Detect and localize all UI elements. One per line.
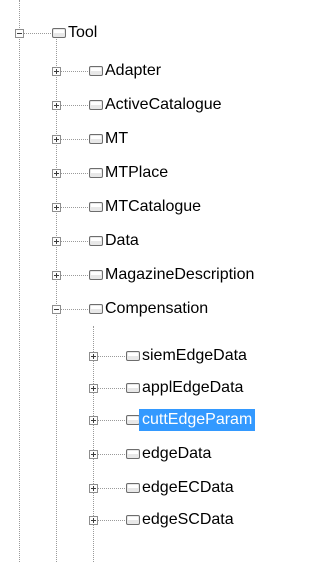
tree-node-compensation[interactable]: Compensation	[102, 298, 211, 320]
node-icon	[52, 28, 66, 38]
expand-toggle-mtplace[interactable]	[52, 169, 61, 178]
tree-connector	[61, 139, 88, 140]
plus-icon	[93, 354, 94, 359]
plus-icon	[56, 137, 57, 142]
top-guide-line	[19, 0, 20, 20]
tree-node-magazinedescription[interactable]: MagazineDescription	[102, 264, 257, 286]
expand-toggle-siemedgedata[interactable]	[89, 352, 98, 361]
expand-toggle-edgeecdata[interactable]	[89, 484, 98, 493]
plus-icon	[93, 518, 94, 523]
expand-toggle-data[interactable]	[52, 237, 61, 246]
expand-toggle-activecatalogue[interactable]	[52, 101, 61, 110]
node-icon	[126, 483, 140, 493]
tree-node-data[interactable]: Data	[102, 230, 142, 252]
tree-connector	[98, 420, 125, 421]
expand-toggle-mt[interactable]	[52, 135, 61, 144]
expand-toggle-mtcatalogue[interactable]	[52, 203, 61, 212]
tree-node-mtcatalogue[interactable]: MTCatalogue	[102, 196, 204, 218]
node-icon	[89, 304, 103, 314]
expand-toggle-cuttedgeparam[interactable]	[89, 416, 98, 425]
tree-connector	[24, 33, 51, 34]
plus-icon	[56, 239, 57, 244]
expand-toggle-magazinedescription[interactable]	[52, 271, 61, 280]
tree-connector	[61, 275, 88, 276]
tree-node-activecatalogue[interactable]: ActiveCatalogue	[102, 94, 225, 116]
collapse-toggle-tool[interactable]	[15, 29, 24, 38]
node-icon	[89, 100, 103, 110]
tree-connector	[98, 356, 125, 357]
plus-icon	[56, 171, 57, 176]
node-icon	[89, 168, 103, 178]
node-icon	[89, 202, 103, 212]
tree-connector	[98, 520, 125, 521]
tree-node-cuttedgeparam[interactable]: cuttEdgeParam	[139, 409, 256, 431]
node-icon	[126, 351, 140, 361]
root-guide-line	[19, 0, 20, 562]
collapse-toggle-compensation[interactable]	[52, 305, 61, 314]
level1-guide-line	[56, 39, 57, 562]
plus-icon	[93, 418, 94, 423]
tree-connector	[61, 241, 88, 242]
tree-connector	[61, 71, 88, 72]
node-icon	[126, 515, 140, 525]
tree-node-edgescdata[interactable]: edgeSCData	[139, 509, 237, 531]
tree-node-siemedgedata[interactable]: siemEdgeData	[139, 345, 250, 367]
plus-icon	[93, 486, 94, 491]
plus-icon	[56, 103, 57, 108]
minus-icon	[54, 309, 59, 310]
tree-node-mt[interactable]: MT	[102, 128, 131, 150]
tree-node-appledgedata[interactable]: applEdgeData	[139, 377, 246, 399]
tree-connector	[61, 173, 88, 174]
tree-connector	[98, 488, 125, 489]
tree-connector	[98, 388, 125, 389]
node-icon	[89, 134, 103, 144]
tree-connector	[98, 454, 125, 455]
tree-connector	[61, 309, 88, 310]
tree-node-mtplace[interactable]: MTPlace	[102, 162, 171, 184]
node-icon	[89, 270, 103, 280]
node-icon	[89, 66, 103, 76]
expand-toggle-adapter[interactable]	[52, 67, 61, 76]
level2-guide-line	[93, 326, 94, 562]
node-icon	[126, 415, 140, 425]
plus-icon	[56, 273, 57, 278]
tree-view[interactable]: Tool Adapter ActiveCatalogue MT MTPlace MTCat…	[0, 0, 320, 562]
tree-connector	[61, 105, 88, 106]
plus-icon	[56, 205, 57, 210]
plus-icon	[56, 69, 57, 74]
expand-toggle-edgescdata[interactable]	[89, 516, 98, 525]
tree-node-edgedata[interactable]: edgeData	[139, 443, 214, 465]
tree-connector	[61, 207, 88, 208]
node-icon	[126, 383, 140, 393]
tree-node-adapter[interactable]: Adapter	[102, 60, 164, 82]
minus-icon	[17, 33, 22, 34]
node-icon	[89, 236, 103, 246]
node-icon	[126, 449, 140, 459]
plus-icon	[93, 386, 94, 391]
tree-node-edgeecdata[interactable]: edgeECData	[139, 477, 237, 499]
expand-toggle-appledgedata[interactable]	[89, 384, 98, 393]
plus-icon	[93, 452, 94, 457]
expand-toggle-edgedata[interactable]	[89, 450, 98, 459]
tree-node-tool[interactable]: Tool	[65, 22, 100, 44]
